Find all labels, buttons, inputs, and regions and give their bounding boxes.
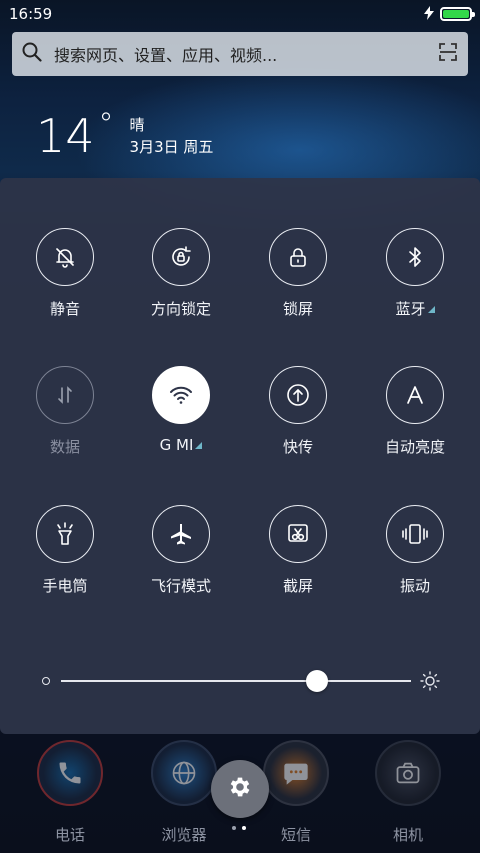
toggle-airplane[interactable]: 飞行模式	[126, 505, 236, 596]
toggle-flashlight[interactable]: 手电筒	[10, 505, 120, 596]
toggle-bluetooth[interactable]: 蓝牙	[360, 228, 470, 319]
toggle-mobile-data[interactable]: 数据	[10, 366, 120, 457]
expand-triangle-icon	[427, 306, 435, 313]
status-bar: 16:59	[0, 0, 480, 28]
toggle-label: 数据	[49, 438, 80, 456]
toggle-label-row: G MI	[126, 436, 236, 454]
gear-icon	[227, 774, 253, 804]
vibrate-icon[interactable]	[386, 505, 444, 563]
weather-date: 3月3日 周五	[129, 138, 214, 156]
browser-icon[interactable]	[151, 740, 217, 806]
toggle-auto-brightness[interactable]: 自动亮度	[360, 366, 470, 457]
expand-triangle-icon	[195, 442, 203, 449]
dock-label: 相机	[392, 826, 423, 844]
toggle-silent[interactable]: 静音	[10, 228, 120, 319]
brightness-slider[interactable]	[40, 669, 440, 693]
toggle-label: 飞行模式	[150, 577, 211, 595]
search-placeholder[interactable]: 搜索网页、设置、应用、视频...	[54, 42, 438, 66]
bell-off-icon[interactable]	[36, 228, 94, 286]
page-dot-active	[242, 826, 246, 830]
settings-button[interactable]	[211, 760, 269, 818]
phone-icon[interactable]	[37, 740, 103, 806]
toggle-lock-screen[interactable]: 锁屏	[243, 228, 353, 319]
toggle-label: 振动	[399, 577, 430, 595]
bolt-icon	[424, 5, 434, 24]
wifi-icon[interactable]	[152, 366, 210, 424]
brightness-high-icon	[420, 671, 440, 695]
camera-icon[interactable]	[375, 740, 441, 806]
degree-symbol: °	[98, 107, 114, 142]
toggle-label: 锁屏	[282, 300, 313, 318]
screenshot-icon[interactable]	[269, 505, 327, 563]
toggle-vibrate[interactable]: 振动	[360, 505, 470, 596]
toggle-label: 手电筒	[42, 577, 88, 595]
toggle-label-row: 蓝牙	[360, 298, 470, 319]
brightness-low-icon	[42, 677, 50, 685]
toggle-quick-transfer[interactable]: 快传	[243, 366, 353, 457]
toggle-wifi[interactable]: G MI	[126, 366, 236, 454]
dock-app-camera[interactable]: 相机	[363, 740, 453, 845]
weather-widget[interactable]: 14 ° 晴 3月3日 周五	[36, 107, 214, 163]
toggle-label: G MI	[159, 436, 194, 454]
toggle-label: 快传	[282, 438, 313, 456]
weather-details: 晴 3月3日 周五	[130, 114, 214, 158]
auto-brightness-icon[interactable]	[386, 366, 444, 424]
bluetooth-icon[interactable]	[386, 228, 444, 286]
temperature: 14	[36, 109, 95, 163]
toggle-rotation-lock[interactable]: 方向锁定	[126, 228, 236, 319]
status-time: 16:59	[9, 5, 53, 23]
quick-settings-panel: 静音 方向锁定 锁屏 蓝牙 数据 G MI 快传 自动亮度 手电筒 飞行模式 截…	[0, 178, 480, 734]
quick-transfer-icon[interactable]	[269, 366, 327, 424]
dock-app-phone[interactable]: 电话	[25, 740, 115, 845]
search-icon	[22, 42, 42, 66]
toggle-label: 截屏	[282, 577, 313, 595]
status-right	[424, 5, 475, 24]
search-bar[interactable]: 搜索网页、设置、应用、视频...	[12, 32, 468, 76]
dock-label: 短信	[280, 826, 311, 844]
toggle-label: 蓝牙	[395, 300, 426, 318]
dock-label: 电话	[54, 826, 85, 844]
toggle-label: 自动亮度	[384, 438, 445, 456]
mobile-data-icon[interactable]	[36, 366, 94, 424]
messages-icon[interactable]	[263, 740, 329, 806]
padlock-icon[interactable]	[269, 228, 327, 286]
toggle-label: 方向锁定	[150, 300, 211, 318]
dock-label: 浏览器	[161, 826, 207, 844]
scan-icon[interactable]	[438, 42, 458, 66]
brightness-track[interactable]	[61, 680, 411, 682]
brightness-thumb[interactable]	[305, 670, 328, 692]
toggle-label: 静音	[49, 300, 80, 318]
rotation-lock-icon[interactable]	[152, 228, 210, 286]
page-dot	[232, 826, 236, 830]
airplane-icon[interactable]	[152, 505, 210, 563]
page-indicator	[232, 826, 246, 830]
battery-icon	[440, 7, 475, 21]
flashlight-icon[interactable]	[36, 505, 94, 563]
weather-condition: 晴	[129, 116, 145, 134]
toggle-screenshot[interactable]: 截屏	[243, 505, 353, 596]
